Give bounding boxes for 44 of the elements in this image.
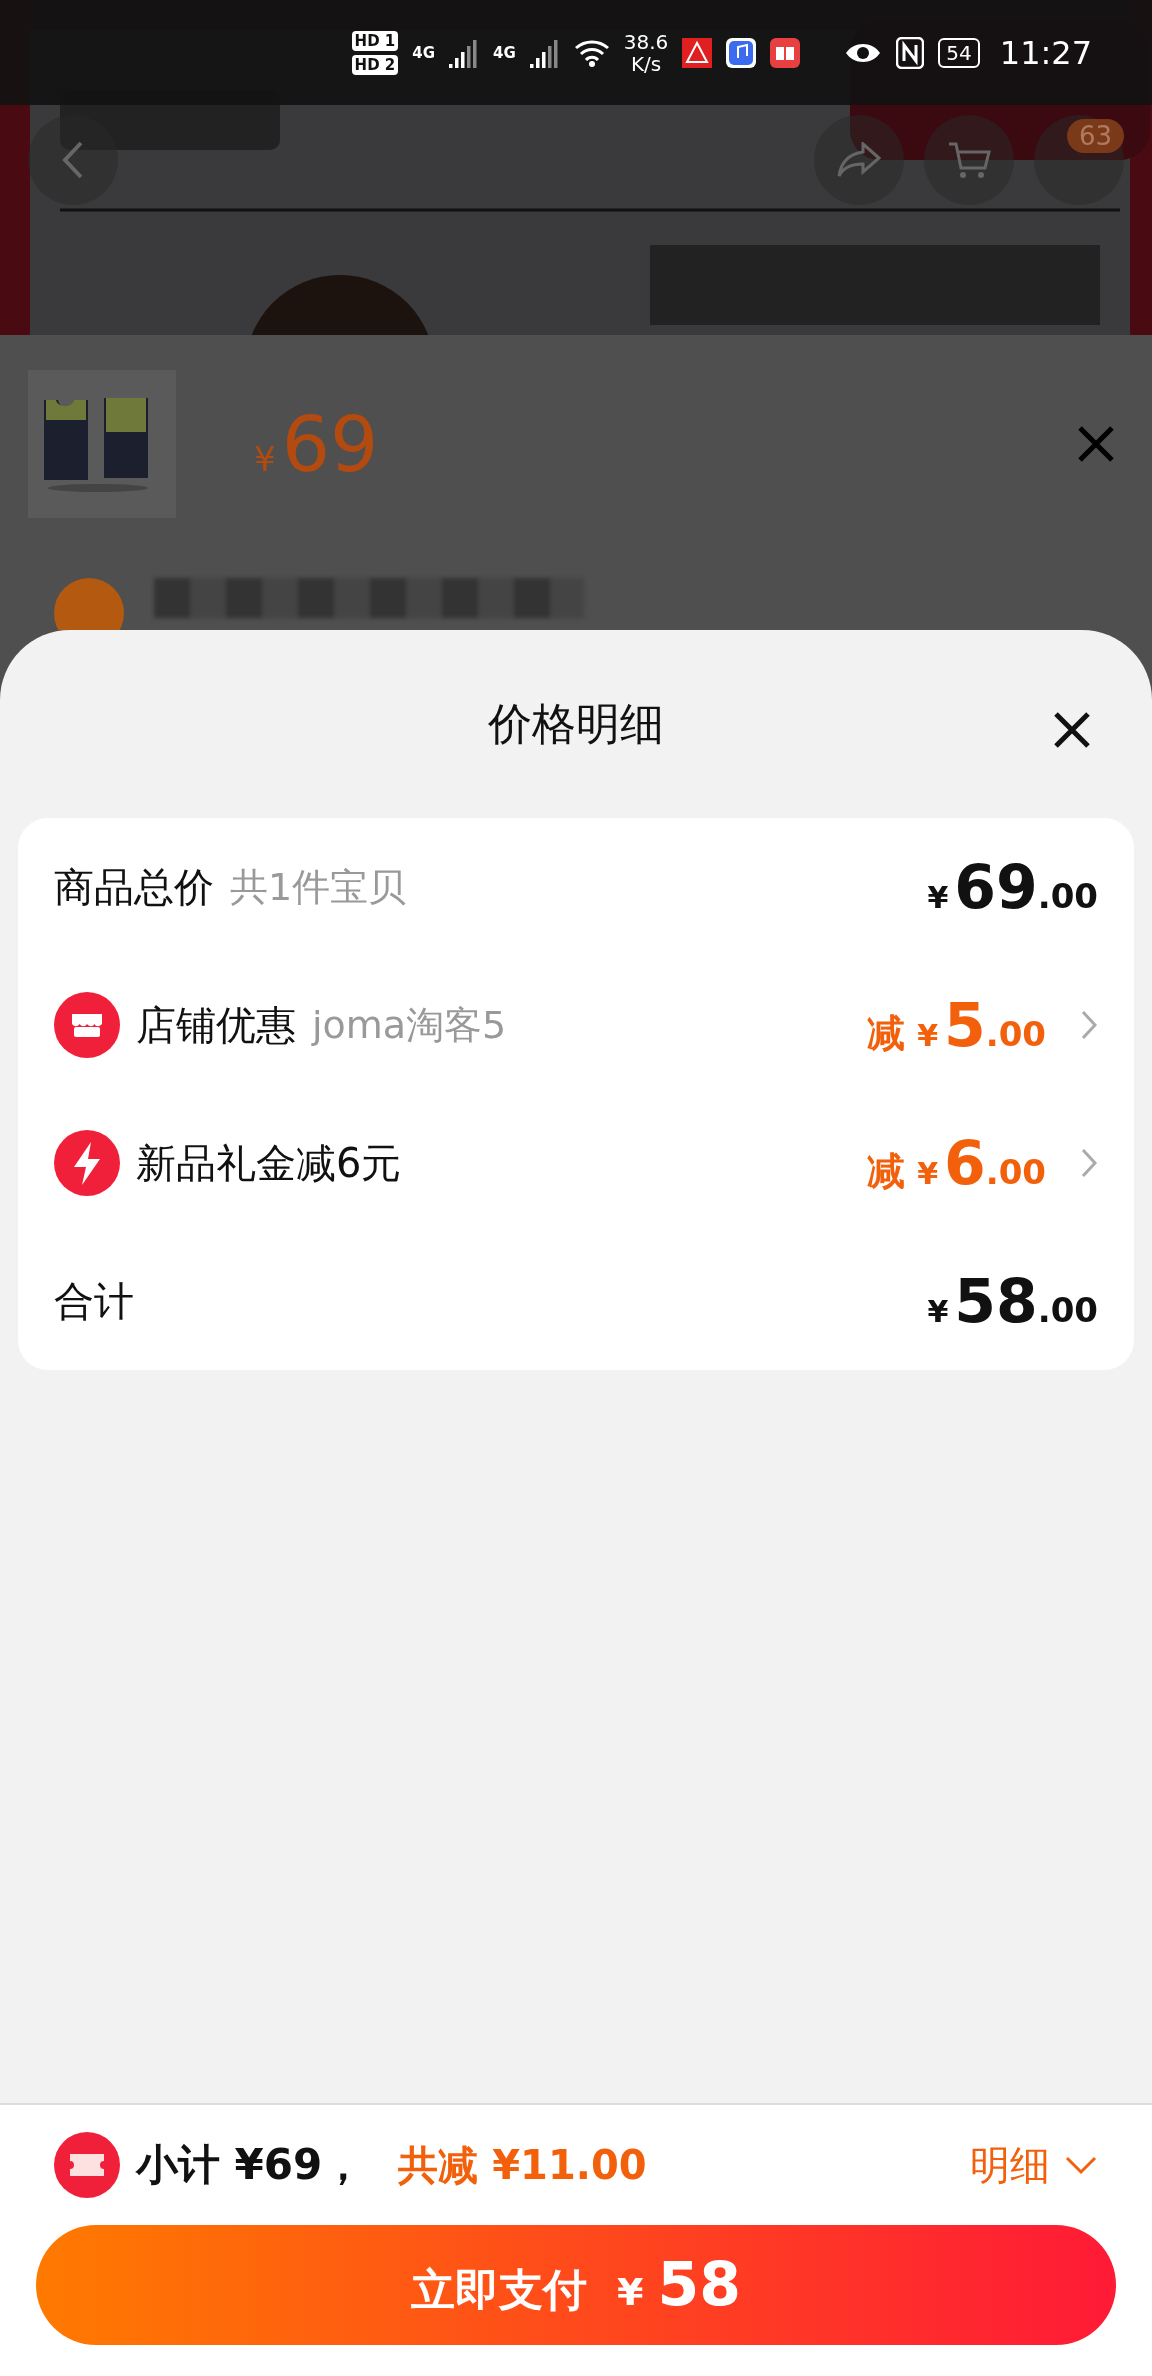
subtotal-text: 小计 ¥69， (136, 2139, 365, 2191)
detail-link[interactable]: 明细 (970, 2137, 1098, 2193)
total-saving: 共减 ¥11.00 (398, 2140, 647, 2190)
network-label: 4G (412, 43, 436, 62)
cart-icon (947, 140, 991, 180)
row-note: joma淘客5 (312, 1001, 507, 1049)
chevron-down-icon (1064, 2155, 1098, 2175)
share-icon (837, 142, 881, 178)
product-price: ¥69 (254, 399, 379, 489)
sheet-title: 价格明细 (488, 696, 664, 751)
signal-icon (449, 37, 480, 68)
ticket-icon (54, 2132, 120, 2198)
discount-row[interactable]: 店铺优惠 joma淘客5 减 ¥5.00 (54, 956, 1098, 1094)
clock: 11:27 (999, 33, 1092, 72)
menu-button[interactable]: 63 (1034, 115, 1124, 205)
signal-icon (529, 37, 560, 68)
row-label: 合计 (54, 1276, 134, 1326)
chevron-right-icon (1080, 1009, 1098, 1041)
row-note: 共1件宝贝 (230, 863, 407, 911)
close-icon (1076, 424, 1116, 464)
battery-level: 54 (938, 37, 980, 68)
pay-now-button[interactable]: 立即支付 ¥ 58 (36, 2225, 1116, 2345)
lightning-icon (54, 1130, 120, 1196)
chevron-right-icon (1080, 1147, 1098, 1179)
wifi-icon (573, 37, 610, 68)
sim-indicator: HD 2 (351, 54, 399, 75)
book-app-icon (770, 37, 801, 68)
music-app-icon (726, 37, 757, 68)
row-amount: 减 ¥5.00 (867, 990, 1046, 1060)
row-label: 店铺优惠 (136, 1000, 296, 1050)
close-icon (1052, 710, 1092, 750)
row-amount: ¥58.00 (927, 1266, 1098, 1336)
sim-indicator: HD 1 (351, 30, 399, 51)
speed-unit: K/s (630, 52, 662, 75)
row-label: 商品总价 (54, 862, 214, 912)
app-notification-icon (682, 37, 713, 68)
row-amount: 减 ¥6.00 (867, 1128, 1046, 1198)
network-speed: 38.6 (623, 30, 669, 53)
nfc-icon (896, 36, 925, 69)
row-label: 新品礼金减6元 (136, 1138, 402, 1188)
network-label: 4G (493, 43, 516, 62)
row-amount: ¥69.00 (927, 852, 1098, 922)
discount-row[interactable]: 新品礼金减6元 减 ¥6.00 (54, 1094, 1098, 1232)
back-icon (61, 140, 85, 180)
